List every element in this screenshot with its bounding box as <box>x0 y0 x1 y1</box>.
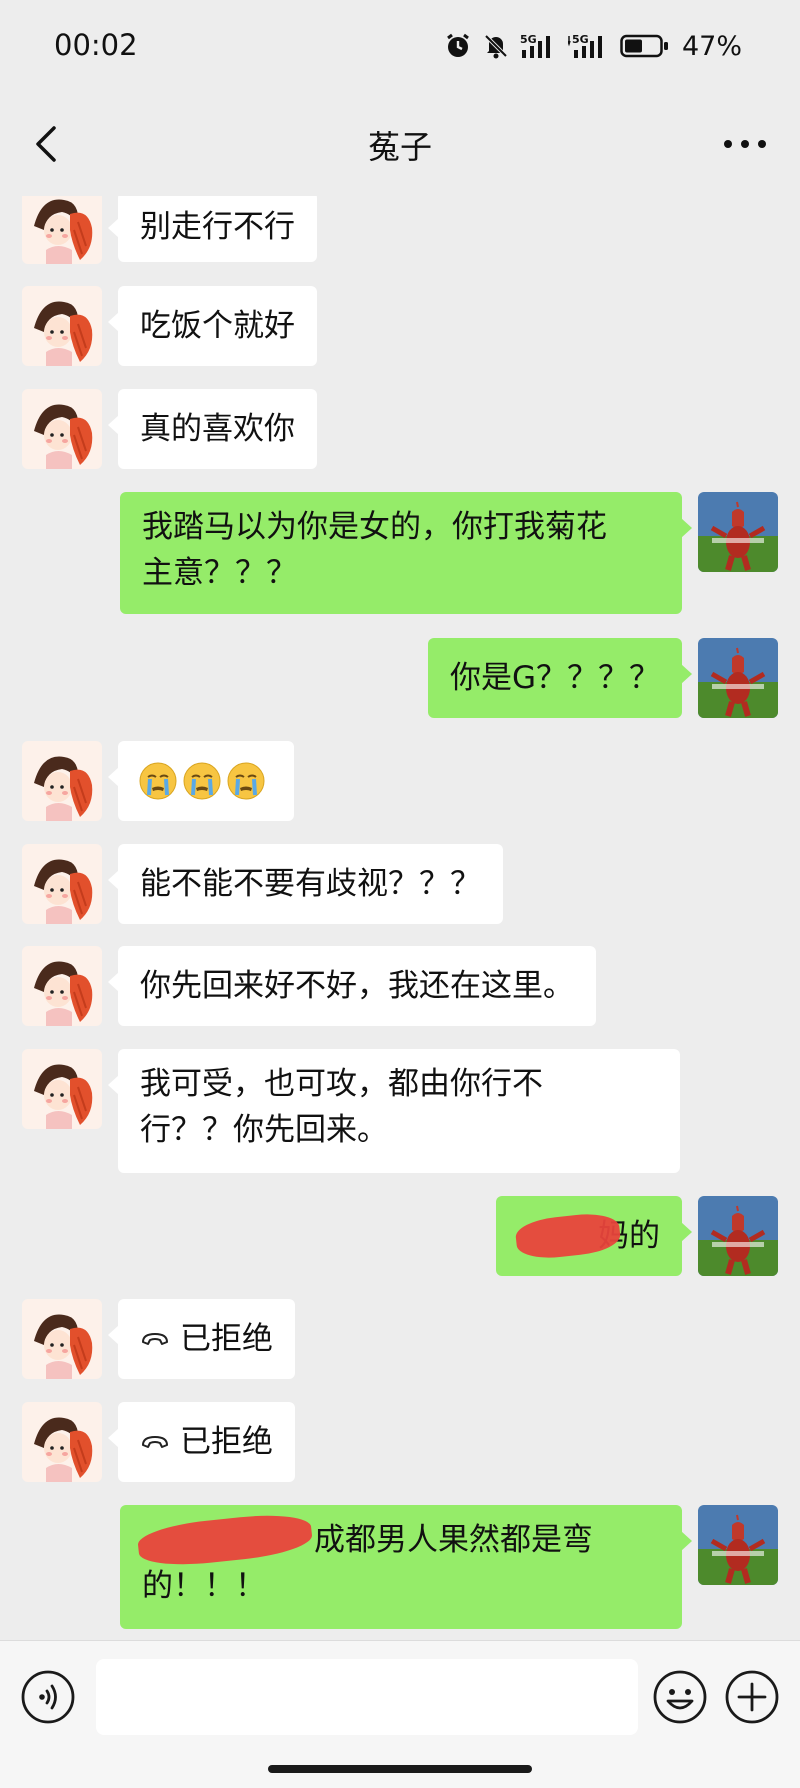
crying-emoji-icon <box>183 762 221 800</box>
status-time: 00:02 <box>54 28 138 62</box>
message-bubble[interactable]: 吃饭个就好 <box>108 286 317 366</box>
more-functions-icon[interactable] <box>724 1669 780 1725</box>
contact-avatar[interactable] <box>22 286 102 366</box>
chat-header: 菟子 <box>0 92 800 196</box>
message-outgoing: 你是G？？？？ <box>0 638 800 718</box>
avatar-girl-illustration <box>22 1402 102 1482</box>
message-text-line-0: 成都男人果然都是弯 <box>314 1522 593 1558</box>
message-text: 吃饭个就好 <box>140 308 295 344</box>
avatar-girl-illustration <box>22 286 102 366</box>
input-bar <box>0 1640 800 1788</box>
contact-avatar[interactable] <box>22 946 102 1026</box>
avatar-girl-illustration <box>22 196 102 264</box>
message-incoming: 你先回来好不好，我还在这里。 <box>0 946 800 1026</box>
avatar-girl-illustration <box>22 741 102 821</box>
emoji-icon[interactable] <box>652 1669 708 1725</box>
message-bubble[interactable]: 成都男人果然都是弯 的！！！ <box>120 1505 692 1629</box>
call-record: 已拒绝 <box>140 1419 273 1465</box>
message-incoming: 我可受，也可攻，都由你行不 行？？你先回来。 <box>0 1049 800 1173</box>
contact-avatar[interactable] <box>22 1402 102 1482</box>
user-avatar[interactable] <box>698 1196 778 1276</box>
message-bubble[interactable]: 妈的 <box>496 1196 692 1276</box>
call-record-bubble[interactable]: 已拒绝 <box>108 1299 295 1379</box>
message-bubble[interactable]: 我可受，也可攻，都由你行不 行？？你先回来。 <box>108 1049 680 1173</box>
avatar-girl-illustration <box>22 389 102 469</box>
avatar-girl-illustration <box>22 1299 102 1379</box>
voice-input-icon[interactable] <box>20 1669 76 1725</box>
crying-emoji-icon <box>139 762 177 800</box>
message-outgoing: 妈的 <box>0 1196 800 1276</box>
phone-hangup-icon <box>142 1333 168 1345</box>
message-bubble[interactable]: 别走行不行 <box>108 196 317 262</box>
avatar-girl-illustration <box>22 844 102 924</box>
contact-avatar[interactable] <box>22 1299 102 1379</box>
contact-avatar[interactable] <box>22 844 102 924</box>
contact-avatar[interactable] <box>22 741 102 821</box>
avatar-girl-illustration <box>22 1049 102 1129</box>
message-incoming <box>0 741 800 821</box>
message-text-line: 行？？你先回来。 <box>140 1112 388 1148</box>
more-options-icon[interactable] <box>722 138 768 150</box>
call-record-bubble[interactable]: 已拒绝 <box>108 1402 295 1482</box>
message-incoming: 已拒绝 <box>0 1402 800 1482</box>
call-status-text: 已拒绝 <box>180 1424 273 1460</box>
call-status-text: 已拒绝 <box>180 1321 273 1357</box>
user-avatar[interactable] <box>698 492 778 572</box>
home-indicator[interactable] <box>268 1765 532 1773</box>
contact-avatar[interactable] <box>22 389 102 469</box>
svg-text:5G: 5G <box>572 33 589 46</box>
message-text: 真的喜欢你 <box>140 411 295 447</box>
avatar-girl-illustration <box>22 946 102 1026</box>
crying-emoji-icon <box>227 762 265 800</box>
avatar-teletubby-photo <box>698 638 778 718</box>
call-record: 已拒绝 <box>140 1316 273 1362</box>
phone-hangup-icon <box>142 1436 168 1448</box>
chat-title: 菟子 <box>367 128 432 166</box>
message-bubble[interactable]: 我踏马以为你是女的，你打我菊花 主意？？？ <box>120 492 692 614</box>
user-avatar[interactable] <box>698 1505 778 1585</box>
message-bubble[interactable] <box>108 741 294 821</box>
message-text: 你先回来好不好，我还在这里。 <box>140 968 574 1004</box>
avatar-teletubby-photo <box>698 492 778 572</box>
message-bubble[interactable]: 能不能不要有歧视？？？ <box>108 844 503 924</box>
message-bubble[interactable]: 你是G？？？？ <box>427 638 693 718</box>
signal-icon-2: 5G <box>567 33 602 58</box>
message-bubble[interactable]: 你先回来好不好，我还在这里。 <box>108 946 596 1026</box>
signal-icon-1: 5G <box>520 33 550 58</box>
message-outgoing: 我踏马以为你是女的，你打我菊花 主意？？？ <box>0 492 800 614</box>
message-incoming: 已拒绝 <box>0 1299 800 1379</box>
avatar-teletubby-photo <box>698 1505 778 1585</box>
status-icons: 5G 5G 47% <box>444 30 742 62</box>
status-bar: 00:02 5G 5G 47% <box>0 0 800 92</box>
alarm-icon <box>447 33 469 57</box>
message-text-line: 的！！！ <box>142 1568 266 1604</box>
message-incoming: 能不能不要有歧视？？？ <box>0 844 800 924</box>
chat-message-list[interactable]: 别走行不行 吃饭个就好 真的喜欢你 我踏马以为你是女的，你打我菊花 主意？？？ <box>0 196 800 1640</box>
message-text-line: 主意？？？ <box>142 555 297 591</box>
message-text: 别走行不行 <box>140 209 295 245</box>
emoji-row <box>138 755 274 801</box>
message-incoming: 吃饭个就好 <box>0 286 800 366</box>
message-bubble[interactable]: 真的喜欢你 <box>108 389 317 469</box>
message-text: 你是G？？？？ <box>449 660 660 696</box>
message-text: 能不能不要有歧视？？？ <box>140 866 481 902</box>
contact-avatar[interactable] <box>22 196 102 264</box>
message-incoming: 真的喜欢你 <box>0 389 800 469</box>
message-outgoing: 成都男人果然都是弯 的！！！ <box>0 1505 800 1629</box>
message-text-line: 我踏马以为你是女的，你打我菊花 <box>142 509 607 545</box>
contact-avatar[interactable] <box>22 1049 102 1129</box>
battery-icon <box>620 34 668 58</box>
message-text-line: 我可受，也可攻，都由你行不 <box>140 1066 543 1102</box>
message-incoming: 别走行不行 <box>0 196 800 276</box>
mute-bell-icon <box>484 34 508 59</box>
svg-text:5G: 5G <box>520 33 537 46</box>
user-avatar[interactable] <box>698 638 778 718</box>
avatar-teletubby-photo <box>698 1196 778 1276</box>
message-input[interactable] <box>96 1659 638 1735</box>
battery-percent: 47% <box>681 30 742 62</box>
